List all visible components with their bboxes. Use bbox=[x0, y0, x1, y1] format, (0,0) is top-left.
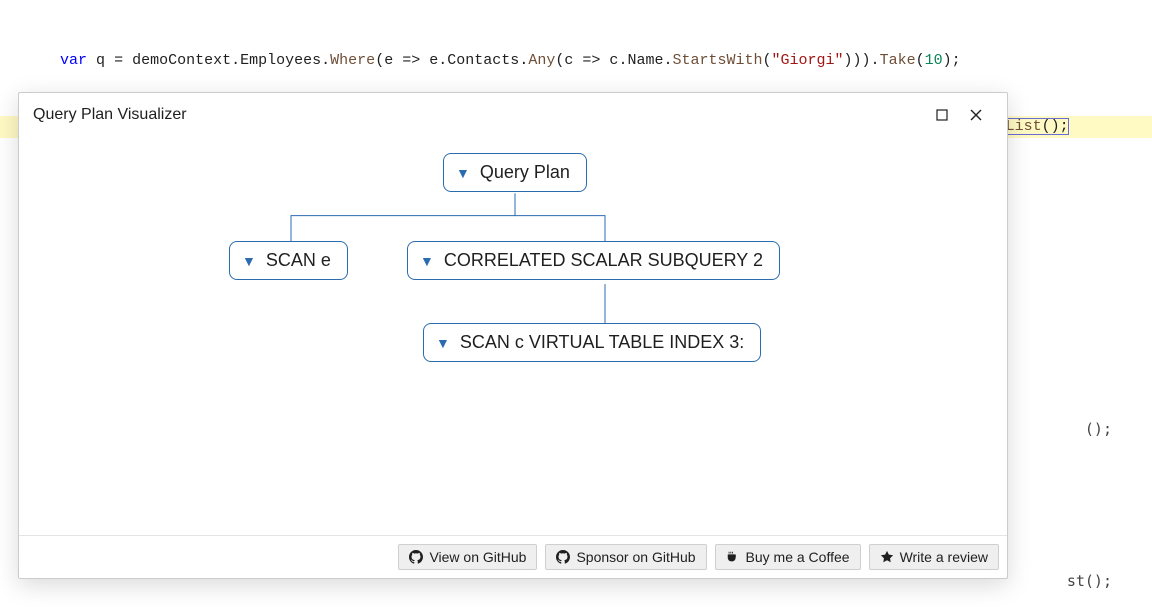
maximize-button[interactable] bbox=[925, 101, 959, 129]
button-label: View on GitHub bbox=[429, 549, 526, 565]
panel-titlebar[interactable]: Query Plan Visualizer bbox=[19, 93, 1007, 137]
node-label: CORRELATED SCALAR SUBQUERY 2 bbox=[444, 250, 763, 271]
node-label: SCAN c VIRTUAL TABLE INDEX 3: bbox=[460, 332, 744, 353]
write-review-button[interactable]: Write a review bbox=[869, 544, 999, 570]
keyword-var: var bbox=[60, 52, 87, 69]
background-code-fragment: (); bbox=[1085, 420, 1112, 438]
collapse-icon: ▼ bbox=[436, 335, 450, 351]
node-query-plan[interactable]: ▼ Query Plan bbox=[443, 153, 587, 192]
close-button[interactable] bbox=[959, 101, 993, 129]
sponsor-on-github-button[interactable]: Sponsor on GitHub bbox=[545, 544, 706, 570]
collapse-icon: ▼ bbox=[242, 253, 256, 269]
node-scan-e[interactable]: ▼ SCAN e bbox=[229, 241, 348, 280]
query-plan-visualizer-panel: Query Plan Visualizer ▼ Query Plan ▼ SCA… bbox=[18, 92, 1008, 579]
github-icon bbox=[409, 550, 423, 564]
panel-footer: View on GitHub Sponsor on GitHub Buy me … bbox=[19, 535, 1007, 578]
coffee-icon bbox=[726, 550, 740, 564]
background-code-fragment: st(); bbox=[1067, 572, 1112, 590]
close-icon bbox=[970, 109, 982, 121]
identifier: demoContext bbox=[132, 52, 231, 69]
view-on-github-button[interactable]: View on GitHub bbox=[398, 544, 537, 570]
button-label: Write a review bbox=[900, 549, 988, 565]
collapse-icon: ▼ bbox=[420, 253, 434, 269]
node-scan-c[interactable]: ▼ SCAN c VIRTUAL TABLE INDEX 3: bbox=[423, 323, 761, 362]
buy-coffee-button[interactable]: Buy me a Coffee bbox=[715, 544, 861, 570]
node-label: Query Plan bbox=[480, 162, 570, 183]
panel-body: ▼ Query Plan ▼ SCAN e ▼ CORRELATED SCALA… bbox=[19, 137, 1007, 535]
code-line-1[interactable]: var q = demoContext.Employees.Where(e =>… bbox=[0, 50, 1152, 72]
github-icon bbox=[556, 550, 570, 564]
identifier: q bbox=[96, 52, 105, 69]
button-label: Buy me a Coffee bbox=[746, 549, 850, 565]
node-label: SCAN e bbox=[266, 250, 331, 271]
maximize-icon bbox=[936, 109, 948, 121]
star-icon bbox=[880, 550, 894, 564]
button-label: Sponsor on GitHub bbox=[576, 549, 695, 565]
node-correlated-subquery[interactable]: ▼ CORRELATED SCALAR SUBQUERY 2 bbox=[407, 241, 780, 280]
collapse-icon: ▼ bbox=[456, 165, 470, 181]
panel-title: Query Plan Visualizer bbox=[33, 106, 925, 124]
